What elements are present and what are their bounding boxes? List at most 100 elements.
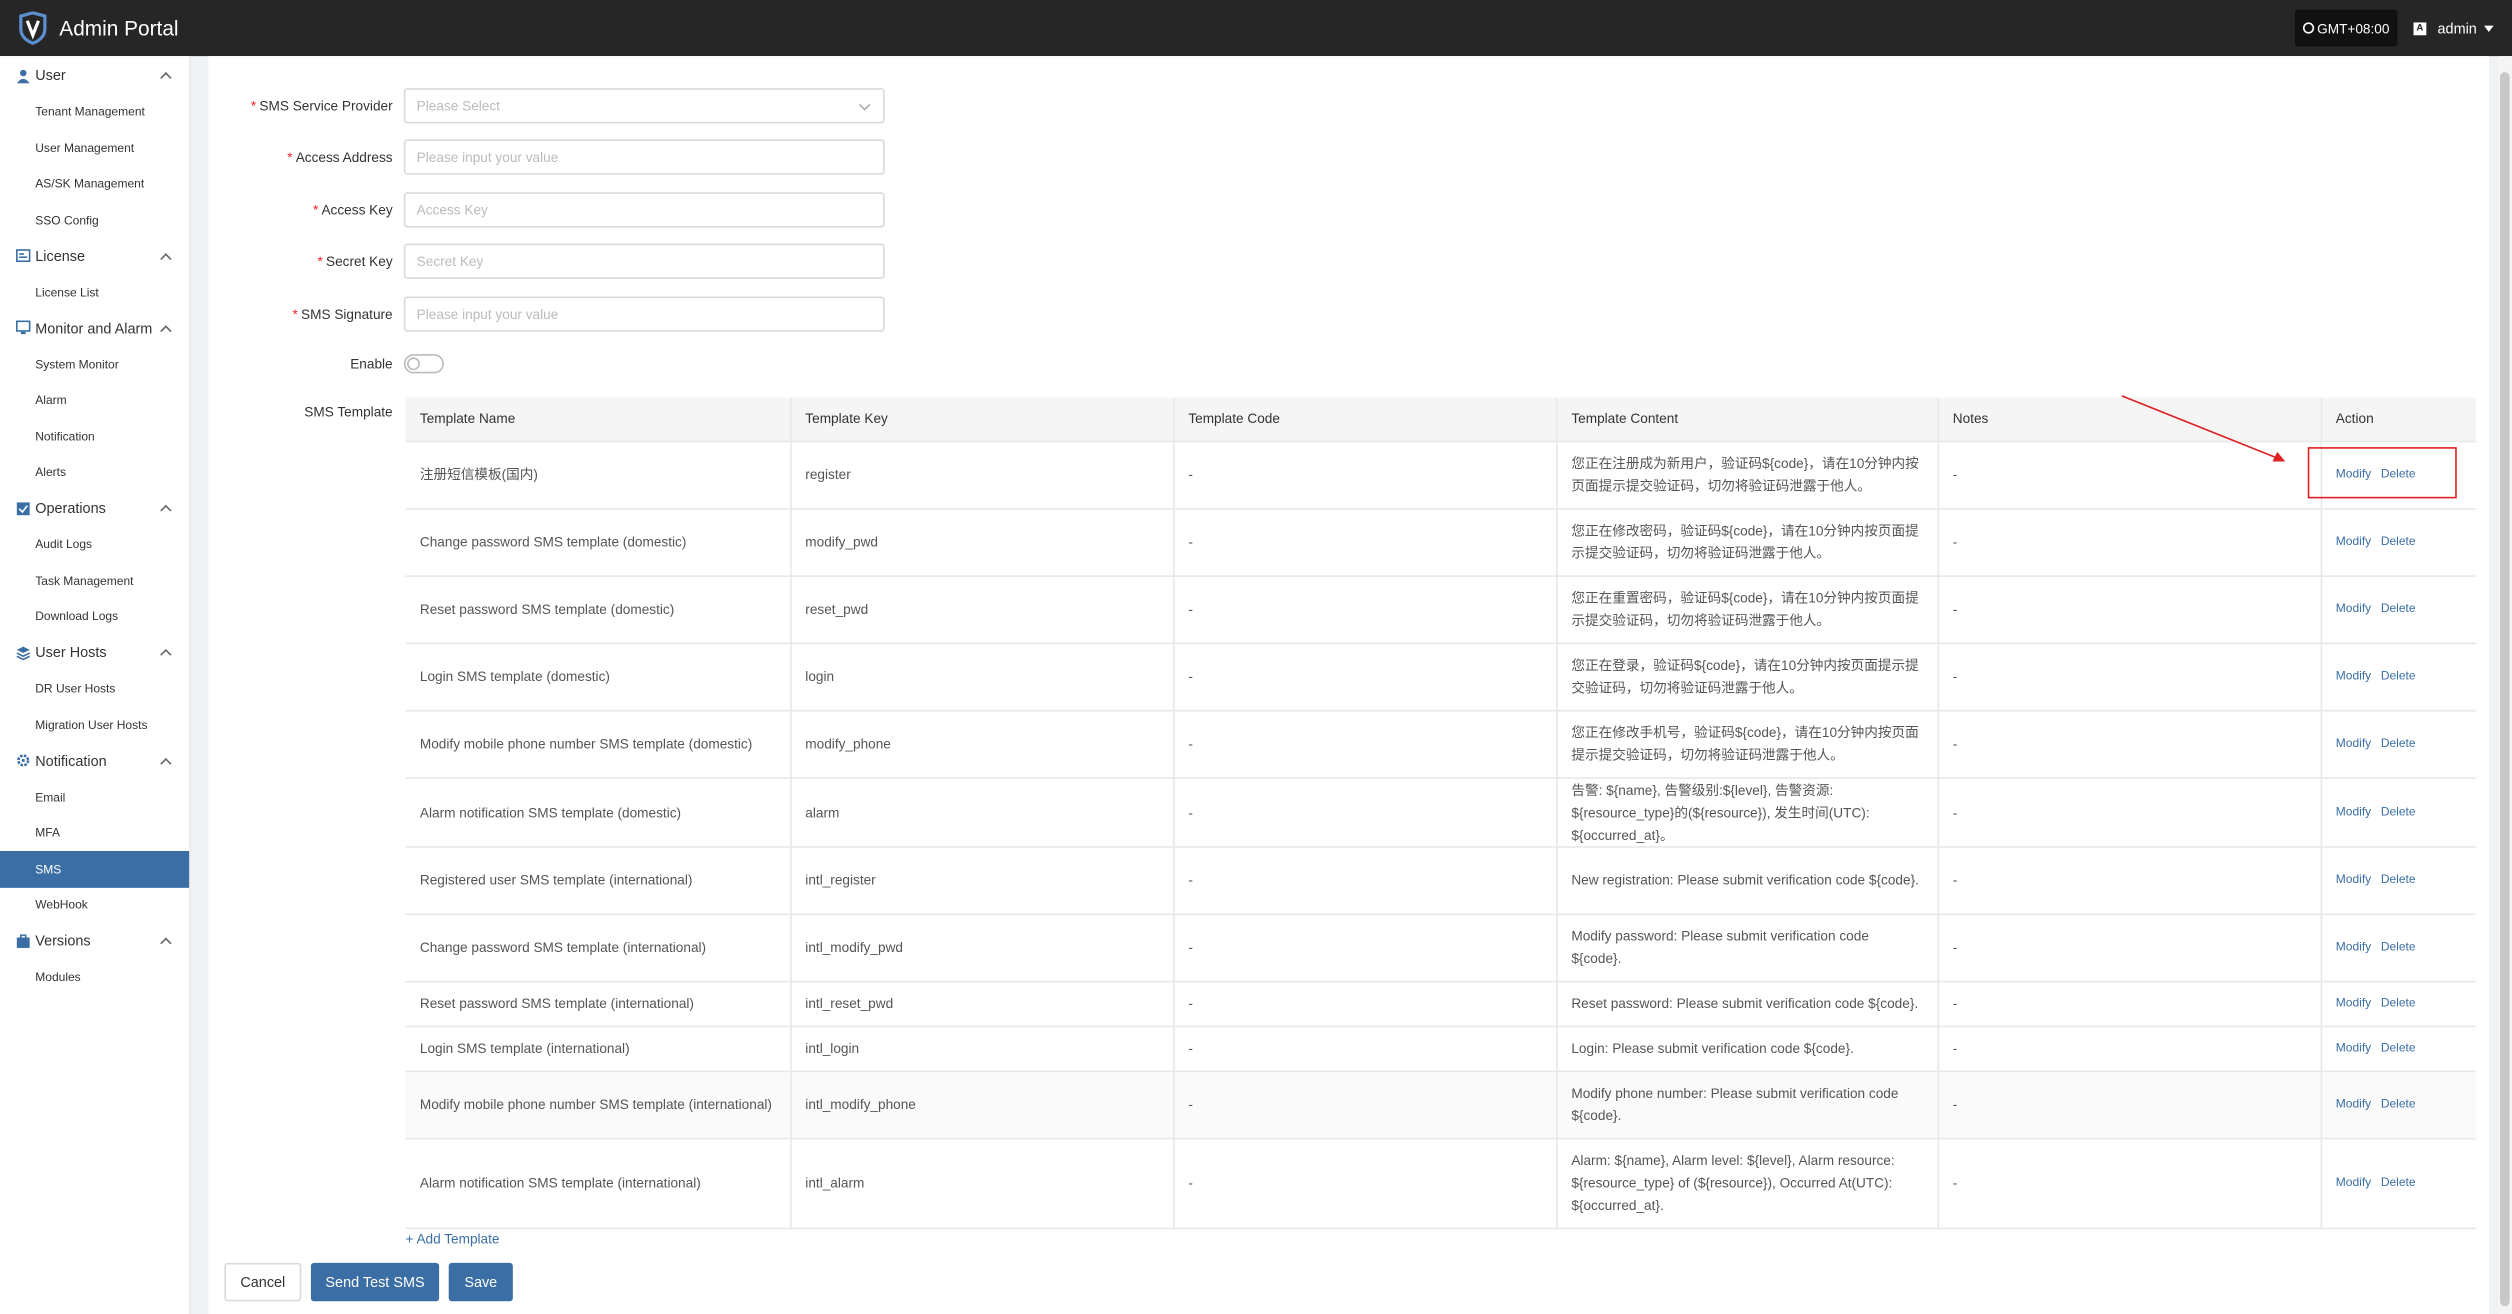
cell-action: Modify Delete — [2320, 846, 2477, 915]
delete-link[interactable]: Delete — [2381, 601, 2416, 615]
cell-template-key: alarm — [790, 777, 1174, 847]
delete-link[interactable]: Delete — [2381, 1175, 2416, 1189]
sidebar-group-versions[interactable]: Versions — [0, 923, 189, 959]
save-button[interactable]: Save — [448, 1262, 513, 1302]
sidebar-group-user-hosts[interactable]: User Hosts — [0, 635, 189, 671]
cell-action: Modify Delete — [2320, 980, 2477, 1027]
sms-template-label: SMS Template — [304, 403, 393, 420]
annotation-arrow — [2121, 395, 2286, 462]
monitor-icon — [16, 320, 31, 335]
sidebar-group-license[interactable]: License — [0, 238, 189, 274]
cancel-button[interactable]: Cancel — [224, 1262, 302, 1302]
send-test-sms-button[interactable]: Send Test SMS — [310, 1262, 440, 1302]
toggle-knob — [407, 357, 420, 371]
sidebar-item-webhook[interactable]: WebHook — [0, 887, 189, 923]
cell-notes: - — [1937, 913, 2322, 982]
modify-link[interactable]: Modify — [2336, 736, 2371, 750]
sidebar-item-mfa[interactable]: MFA — [0, 815, 189, 851]
sidebar-group-monitor-and-alarm[interactable]: Monitor and Alarm — [0, 310, 189, 346]
table-row: Alarm notification SMS template (interna… — [405, 1137, 2477, 1229]
modify-link[interactable]: Modify — [2336, 872, 2371, 886]
delete-link[interactable]: Delete — [2381, 939, 2416, 953]
modify-link[interactable]: Modify — [2336, 1096, 2371, 1110]
cell-template-code: - — [1173, 980, 1557, 1027]
cell-template-content: Login: Please submit verification code $… — [1556, 1025, 1939, 1072]
avatar: A — [2413, 21, 2427, 35]
secret-key-label: * Secret Key — [317, 253, 393, 270]
cell-notes: - — [1937, 846, 2322, 915]
sidebar-item-user-management[interactable]: User Management — [0, 130, 189, 166]
secret-key-input[interactable]: Secret Key — [403, 243, 885, 279]
operations-icon — [16, 501, 30, 515]
sidebar-item-license-list[interactable]: License List — [0, 274, 189, 310]
sidebar-item-migration-user-hosts[interactable]: Migration User Hosts — [0, 707, 189, 743]
cell-template-content: 您正在修改密码，验证码${code}，请在10分钟内按页面提示提交验证码，切勿将… — [1556, 508, 1939, 577]
cell-template-code: - — [1173, 1025, 1557, 1072]
sidebar-group-notification[interactable]: Notification — [0, 743, 189, 779]
add-template-link[interactable]: + Add Template — [405, 1231, 499, 1247]
sidebar-item-audit-logs[interactable]: Audit Logs — [0, 526, 189, 562]
cell-template-code: - — [1173, 846, 1557, 915]
sidebar-item-alarm[interactable]: Alarm — [0, 382, 189, 418]
column-header: Template Content — [1556, 397, 1939, 442]
cell-template-key: modify_phone — [790, 709, 1174, 779]
sidebar-group-user[interactable]: User — [0, 58, 189, 94]
cell-template-code: - — [1173, 1137, 1557, 1229]
sidebar-item-dr-user-hosts[interactable]: DR User Hosts — [0, 671, 189, 707]
service-provider-select[interactable]: Please Select — [403, 88, 885, 124]
column-header: Template Name — [405, 397, 791, 442]
delete-link[interactable]: Delete — [2381, 668, 2416, 682]
table-row: Alarm notification SMS template (domesti… — [405, 777, 2477, 847]
cell-template-content: Modify password: Please submit verificat… — [1556, 913, 1939, 982]
sidebar-group-label: User Hosts — [35, 644, 107, 661]
sidebar-item-as-sk-management[interactable]: AS/SK Management — [0, 166, 189, 202]
sidebar-item-notification[interactable]: Notification — [0, 418, 189, 454]
modify-link[interactable]: Modify — [2336, 1175, 2371, 1189]
cell-action: Modify Delete — [2320, 1070, 2477, 1139]
sidebar-item-sso-config[interactable]: SSO Config — [0, 202, 189, 238]
hosts-icon — [16, 645, 31, 660]
modify-link[interactable]: Modify — [2336, 534, 2371, 548]
sidebar-item-task-management[interactable]: Task Management — [0, 563, 189, 599]
sidebar-group-operations[interactable]: Operations — [0, 490, 189, 526]
sms-signature-input[interactable]: Please input your value — [403, 296, 885, 332]
cell-action: Modify Delete — [2320, 777, 2477, 847]
modify-link[interactable]: Modify — [2336, 1040, 2371, 1054]
timezone-selector[interactable]: GMT+08:00 — [2294, 9, 2398, 47]
user-icon — [16, 69, 30, 83]
sidebar-item-system-monitor[interactable]: System Monitor — [0, 346, 189, 382]
sidebar-item-tenant-management[interactable]: Tenant Management — [0, 94, 189, 130]
modify-link[interactable]: Modify — [2336, 668, 2371, 682]
delete-link[interactable]: Delete — [2381, 872, 2416, 886]
cell-notes: - — [1937, 642, 2322, 711]
access-address-input[interactable]: Please input your value — [403, 139, 885, 175]
modify-link[interactable]: Modify — [2336, 601, 2371, 615]
cell-template-name: Alarm notification SMS template (interna… — [405, 1137, 791, 1229]
modify-link[interactable]: Modify — [2336, 939, 2371, 953]
vertical-scrollbar[interactable] — [2498, 56, 2512, 1314]
delete-link[interactable]: Delete — [2381, 804, 2416, 818]
sidebar-item-sms[interactable]: SMS — [0, 850, 190, 888]
sidebar-item-download-logs[interactable]: Download Logs — [0, 599, 189, 635]
user-menu[interactable]: A admin — [2413, 20, 2493, 36]
sidebar-item-modules[interactable]: Modules — [0, 959, 189, 995]
gear-icon — [16, 754, 30, 768]
cell-action: Modify Delete — [2320, 709, 2477, 779]
delete-link[interactable]: Delete — [2381, 534, 2416, 548]
access-key-input[interactable]: Access Key — [403, 192, 885, 228]
table-row: Reset password SMS template (domestic) re… — [405, 575, 2477, 644]
cell-template-key: reset_pwd — [790, 575, 1174, 644]
table-row: Login SMS template (international) intl_l… — [405, 1025, 2477, 1072]
sidebar-item-alerts[interactable]: Alerts — [0, 454, 189, 490]
sidebar-item-email[interactable]: Email — [0, 779, 189, 815]
cell-action: Modify Delete — [2320, 913, 2477, 982]
cell-template-key: intl_register — [790, 846, 1174, 915]
delete-link[interactable]: Delete — [2381, 736, 2416, 750]
delete-link[interactable]: Delete — [2381, 995, 2416, 1009]
modify-link[interactable]: Modify — [2336, 995, 2371, 1009]
enable-toggle[interactable] — [403, 354, 444, 374]
delete-link[interactable]: Delete — [2381, 1096, 2416, 1110]
scrollbar-thumb[interactable] — [2500, 72, 2510, 1307]
delete-link[interactable]: Delete — [2381, 1040, 2416, 1054]
modify-link[interactable]: Modify — [2336, 804, 2371, 818]
